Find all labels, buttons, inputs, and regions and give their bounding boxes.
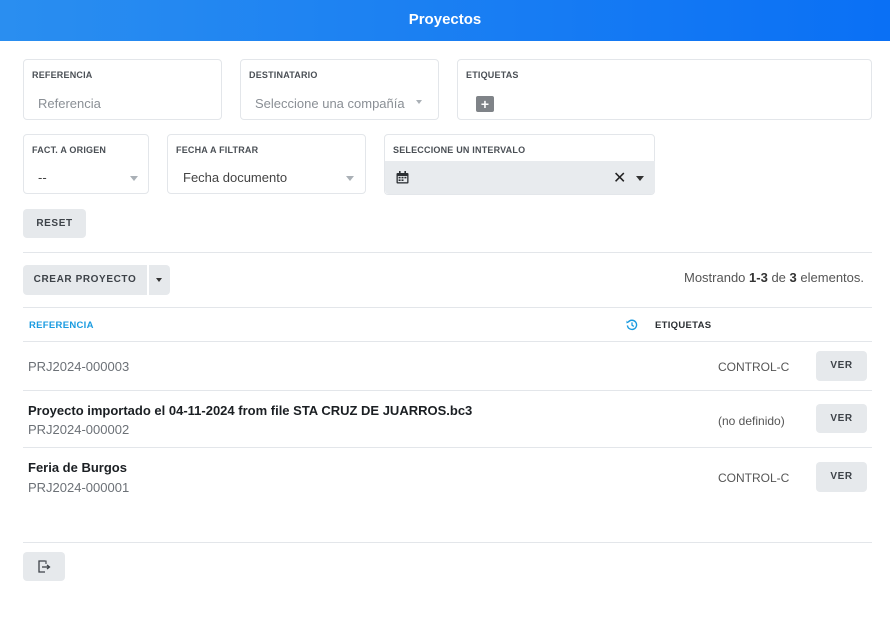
create-project-dropdown[interactable] bbox=[149, 265, 170, 295]
add-tag-button[interactable]: + bbox=[476, 96, 494, 112]
ver-button[interactable]: VER bbox=[816, 351, 867, 381]
intervalo-field[interactable]: SELECCIONE UN INTERVALO ✕ bbox=[384, 134, 655, 195]
referencia-label: REFERENCIA bbox=[32, 70, 93, 80]
summary-suffix: elementos. bbox=[800, 270, 864, 285]
fecha-filtrar-select[interactable]: FECHA A FILTRAR Fecha documento bbox=[167, 134, 366, 194]
history-icon[interactable] bbox=[626, 318, 638, 331]
fact-origen-select[interactable]: FACT. A ORIGEN -- bbox=[23, 134, 149, 194]
destinatario-label: DESTINATARIO bbox=[249, 70, 318, 80]
page-title: Proyectos bbox=[408, 11, 482, 28]
row-reference: PRJ2024-000003 bbox=[28, 359, 130, 374]
chevron-down-icon bbox=[156, 278, 162, 282]
summary-range: 1-3 bbox=[749, 270, 768, 285]
chevron-down-icon[interactable] bbox=[636, 176, 644, 181]
summary-prefix: Mostrando bbox=[683, 270, 746, 285]
row-reference: PRJ2024-000002 bbox=[28, 422, 130, 437]
row-tag: CONTROL-C bbox=[718, 360, 790, 374]
chevron-down-icon bbox=[346, 176, 354, 181]
app-header: Proyectos bbox=[0, 0, 890, 41]
row-tag: (no definido) bbox=[718, 414, 785, 428]
row-reference: PRJ2024-000001 bbox=[28, 480, 130, 495]
results-summary: Mostrando 1-3 de 3 elementos. bbox=[684, 270, 864, 285]
export-icon bbox=[37, 560, 51, 573]
chevron-down-icon bbox=[130, 176, 138, 181]
divider bbox=[23, 447, 872, 448]
ver-button[interactable]: VER bbox=[816, 462, 867, 492]
destinatario-value: Seleccione una compañía bbox=[255, 96, 405, 111]
divider bbox=[23, 542, 872, 543]
reset-button[interactable]: RESET bbox=[23, 209, 86, 238]
referencia-input[interactable]: Referencia bbox=[38, 96, 101, 111]
etiquetas-label: ETIQUETAS bbox=[466, 70, 519, 80]
calendar-icon bbox=[396, 171, 409, 184]
summary-of: de bbox=[771, 270, 786, 285]
date-range-input[interactable]: ✕ bbox=[385, 161, 655, 194]
fact-origen-label: FACT. A ORIGEN bbox=[32, 145, 107, 155]
intervalo-label: SELECCIONE UN INTERVALO bbox=[393, 145, 526, 155]
divider bbox=[23, 307, 872, 308]
fact-origen-value: -- bbox=[38, 170, 47, 185]
export-button[interactable] bbox=[23, 552, 65, 581]
fecha-filtrar-value: Fecha documento bbox=[183, 170, 288, 185]
row-title: Proyecto importado el 04-11-2024 from fi… bbox=[28, 403, 473, 418]
row-title: Feria de Burgos bbox=[28, 460, 127, 475]
etiquetas-field[interactable]: ETIQUETAS + bbox=[457, 59, 872, 120]
divider bbox=[23, 390, 872, 391]
divider bbox=[23, 252, 872, 253]
column-header-referencia[interactable]: REFERENCIA bbox=[29, 320, 94, 331]
summary-total: 3 bbox=[789, 270, 797, 285]
row-tag: CONTROL-C bbox=[718, 471, 790, 485]
referencia-field[interactable]: REFERENCIA Referencia bbox=[23, 59, 222, 120]
close-icon[interactable]: ✕ bbox=[613, 168, 626, 188]
ver-button[interactable]: VER bbox=[816, 404, 867, 433]
column-header-etiquetas: ETIQUETAS bbox=[655, 320, 712, 331]
destinatario-select[interactable]: DESTINATARIO Seleccione una compañía bbox=[240, 59, 439, 120]
chevron-down-icon bbox=[416, 100, 422, 104]
fecha-filtrar-label: FECHA A FILTRAR bbox=[176, 145, 259, 155]
divider bbox=[23, 341, 872, 342]
create-project-button[interactable]: CREAR PROYECTO bbox=[23, 265, 147, 295]
